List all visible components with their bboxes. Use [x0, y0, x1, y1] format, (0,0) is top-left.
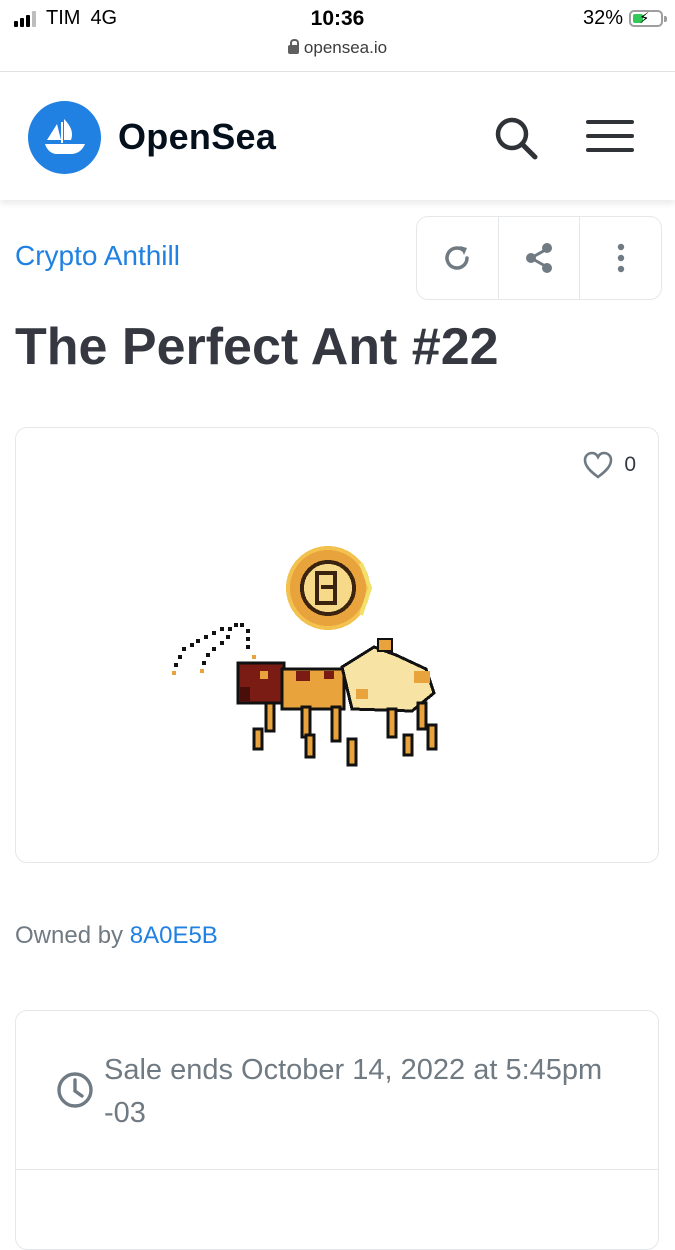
sale-panel: Sale ends October 14, 2022 at 5:45pm -03: [15, 1010, 659, 1250]
lock-icon: [287, 39, 299, 54]
asset-action-bar: [416, 216, 662, 300]
more-options-button[interactable]: [580, 217, 661, 299]
more-icon: [617, 243, 624, 273]
owned-by-label: Owned by: [15, 922, 124, 949]
favorite-count: 0: [624, 453, 636, 476]
status-right: 32% ⚡: [582, 7, 667, 30]
asset-image-card[interactable]: 0: [15, 427, 659, 863]
battery-percent: 32%: [582, 7, 623, 29]
coin-icon: [286, 546, 373, 630]
heart-icon: [584, 451, 613, 479]
sale-end-text: Sale ends October 14, 2022 at 5:45pm -03: [104, 1054, 603, 1129]
nft-image: [172, 546, 438, 767]
site-header: OpenSea: [0, 72, 675, 200]
clock-icon: [57, 1072, 93, 1108]
refresh-button[interactable]: [417, 217, 499, 299]
brand-name[interactable]: OpenSea: [118, 116, 276, 158]
owner-link[interactable]: 8A0E5B: [130, 922, 218, 949]
menu-icon[interactable]: [586, 120, 634, 156]
status-bar: TIM 4G 10:36 32% ⚡: [0, 0, 675, 40]
url-bar[interactable]: opensea.io: [0, 38, 675, 58]
divider: [16, 1169, 658, 1170]
owner-line: Owned by 8A0E5B: [15, 922, 218, 950]
favorite-control[interactable]: 0: [582, 450, 636, 480]
battery-icon: ⚡: [629, 10, 667, 27]
clock-time: 10:36: [310, 7, 365, 30]
search-icon: [495, 117, 538, 160]
collection-link[interactable]: Crypto Anthill: [15, 240, 180, 272]
asset-title: The Perfect Ant #22: [15, 318, 499, 376]
share-button[interactable]: [499, 217, 581, 299]
url-text: opensea.io: [303, 38, 388, 57]
opensea-logo-icon[interactable]: [28, 101, 101, 174]
search-button[interactable]: [492, 114, 540, 162]
share-icon: [526, 243, 552, 273]
refresh-icon: [445, 246, 470, 270]
